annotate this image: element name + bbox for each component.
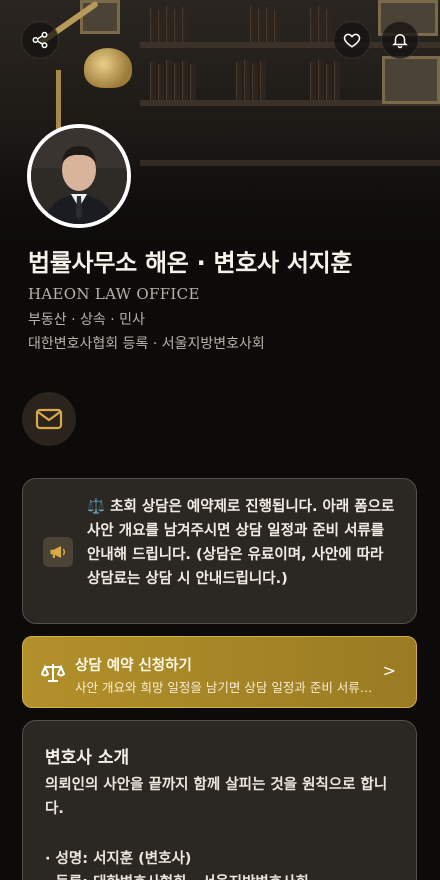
lawyer-name: 법률사무소 해온 · 변호사 서지훈: [28, 249, 353, 277]
bell-icon: [392, 34, 408, 49]
lawyer-intro-card: 변호사 소개 의뢰인의 사안을 끝까지 함께 살피는 것을 원칙으로 합니다. …: [22, 720, 417, 880]
intro-item-name: · 성명: 서지훈 (변호사): [45, 851, 192, 867]
share-icon: [32, 31, 48, 49]
mail-icon: [35, 408, 63, 430]
desk-lamp-illustration: [84, 48, 132, 88]
heart-icon: [343, 33, 361, 48]
email-button[interactable]: [22, 392, 76, 446]
share-button[interactable]: [21, 21, 59, 59]
cta-title: 상담 예약 신청하기: [75, 658, 192, 674]
intro-body: 의뢰인의 사안을 끝까지 함께 살피는 것을 원칙으로 합니다.: [45, 777, 388, 817]
office-name-en: HAEON LAW OFFICE: [28, 285, 200, 303]
favorite-button[interactable]: [333, 21, 371, 59]
intro-title: 변호사 소개: [45, 748, 130, 768]
practice-areas: 부동산 · 상속 · 민사: [28, 312, 145, 328]
lawyer-avatar: [27, 124, 131, 228]
scales-icon: [40, 661, 66, 689]
cta-subtitle: 사안 개요와 희망 일정을 남기면 상담 일정과 준비 서류를 안내해 드립니다…: [75, 680, 375, 695]
megaphone-icon: [43, 537, 73, 567]
consultation-notice-card: ⚖️ 초회 상담은 예약제로 진행됩니다. 아래 폼으로 사안 개요를 남겨주시…: [22, 478, 417, 624]
notice-text: ⚖️ 초회 상담은 예약제로 진행됩니다. 아래 폼으로 사안 개요를 남겨주시…: [87, 499, 395, 587]
registration-info: 대한변호사협회 등록 · 서울지방변호사회: [28, 336, 265, 352]
book-consultation-button[interactable]: 상담 예약 신청하기 사안 개요와 희망 일정을 남기면 상담 일정과 준비 서…: [22, 636, 417, 708]
chevron-right-icon: >: [382, 661, 396, 680]
notification-button[interactable]: [381, 21, 419, 59]
intro-item-registration: · 등록: 대한변호사협회 · 서울지방변호사회: [45, 871, 395, 880]
